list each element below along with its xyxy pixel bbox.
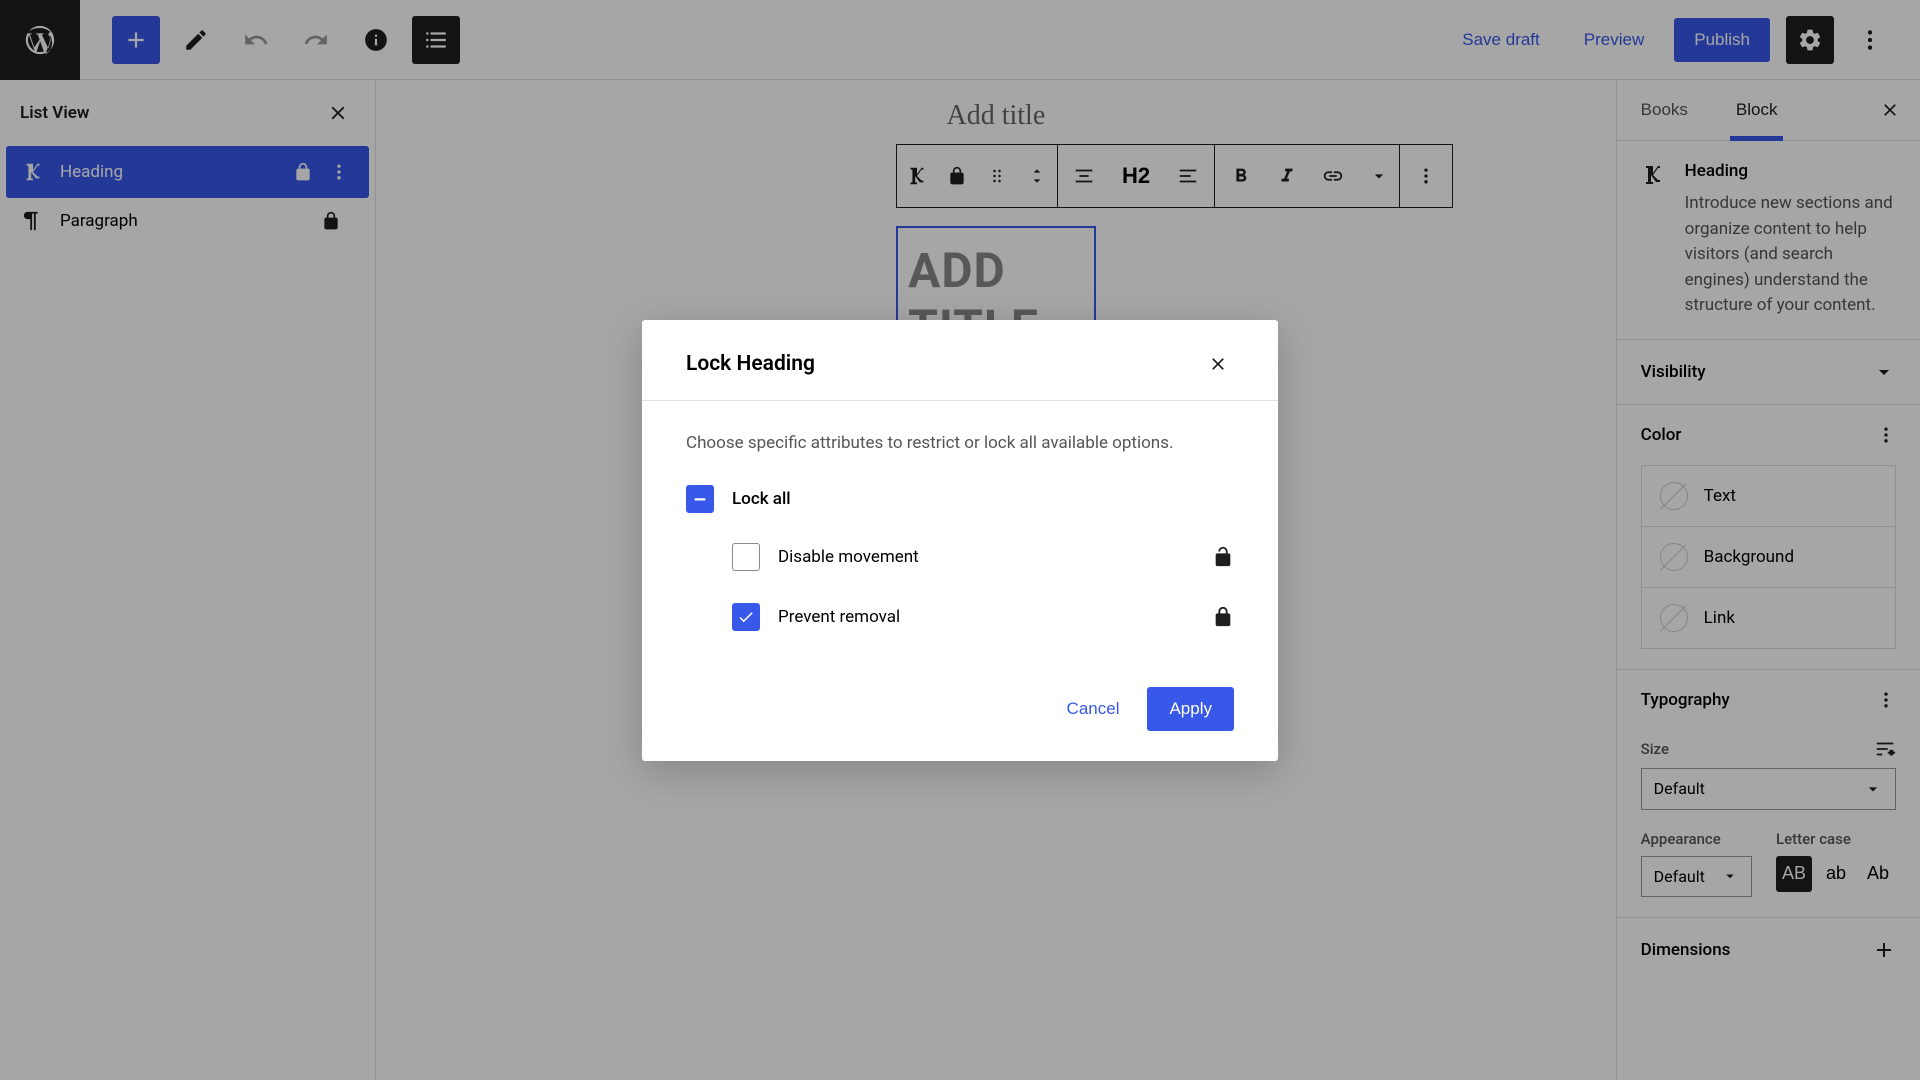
prevent-removal-checkbox[interactable]	[732, 603, 760, 631]
cancel-button[interactable]: Cancel	[1059, 687, 1128, 731]
lock-all-row: Lock all	[686, 485, 1234, 513]
modal-title: Lock Heading	[686, 352, 815, 376]
modal-close-button[interactable]	[1202, 348, 1234, 380]
lock-icon	[1212, 606, 1234, 628]
lock-modal: Lock Heading Choose specific attributes …	[642, 320, 1278, 761]
modal-body: Choose specific attributes to restrict o…	[642, 401, 1278, 687]
disable-movement-row: Disable movement	[686, 543, 1234, 571]
unlock-icon	[1212, 546, 1234, 568]
indeterminate-icon	[691, 490, 709, 508]
apply-button[interactable]: Apply	[1147, 687, 1234, 731]
disable-movement-label: Disable movement	[778, 547, 1194, 567]
lock-all-checkbox[interactable]	[686, 485, 714, 513]
close-icon	[1208, 354, 1228, 374]
modal-backdrop: Lock Heading Choose specific attributes …	[0, 0, 1920, 1080]
check-icon	[737, 608, 755, 626]
modal-header: Lock Heading	[642, 320, 1278, 401]
disable-movement-checkbox[interactable]	[732, 543, 760, 571]
prevent-removal-label: Prevent removal	[778, 607, 1194, 627]
lock-all-label: Lock all	[732, 489, 791, 509]
modal-desc: Choose specific attributes to restrict o…	[686, 433, 1234, 453]
modal-footer: Cancel Apply	[642, 687, 1278, 761]
prevent-removal-row: Prevent removal	[686, 603, 1234, 631]
